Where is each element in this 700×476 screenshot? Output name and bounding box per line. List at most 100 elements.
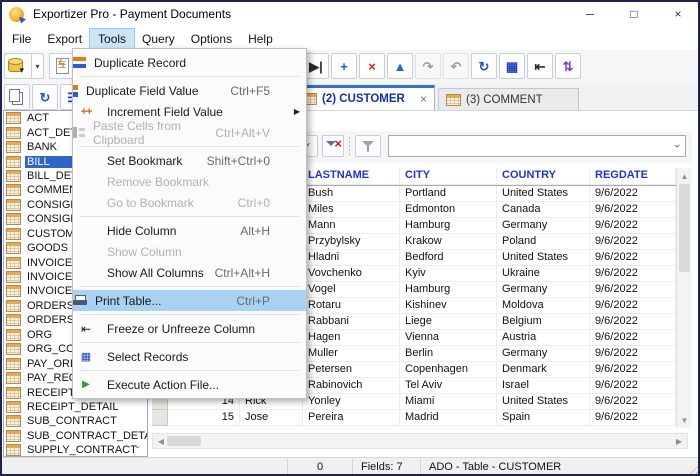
cell-city[interactable]: Berlin [400,346,497,362]
cell-country[interactable]: Poland [497,234,590,250]
cell-city[interactable]: Liege [400,314,497,330]
cell-last[interactable]: Vogel [303,282,400,298]
cell-regdate[interactable]: 9/6/2022 [590,266,676,282]
menu-item-duplicate-record[interactable]: Duplicate Record [73,52,306,73]
horizontal-scrollbar[interactable]: ◀ ▶ [152,433,688,449]
cell-regdate[interactable]: 9/6/2022 [590,346,676,362]
cell-country[interactable]: Moldova [497,298,590,314]
sidebar-item-sub-contract[interactable]: SUB_CONTRACT [4,414,147,428]
export-table-button[interactable]: ▾ [4,53,44,79]
scroll-down-icon[interactable]: ▼ [677,413,692,427]
menu-item-freeze-or-unfreeze-column[interactable]: ⇤ Freeze or Unfreeze Column [73,318,306,339]
menu-item-show-all-columns[interactable]: Show All Columns Ctrl+Alt+H [73,262,306,283]
menu-file[interactable]: File [4,29,39,51]
post-edit-button[interactable]: ▲ [387,53,413,79]
cell-last[interactable]: Hagen [303,330,400,346]
select-records-button[interactable]: ▦ [499,53,525,79]
cell-last[interactable]: Mann [303,218,400,234]
delete-record-button[interactable]: × [359,53,385,79]
resize-grip[interactable] [686,462,698,474]
cell-city[interactable]: Hamburg [400,218,497,234]
cell-last[interactable]: Bush [303,186,400,202]
cell-country[interactable]: Ukraine [497,266,590,282]
chevron-down-icon[interactable]: › [671,138,683,154]
maximize-button[interactable]: □ [612,0,656,28]
sidebar-item-supply-contract[interactable]: SUPPLY_CONTRACT [4,443,147,456]
cell-regdate[interactable]: 9/6/2022 [590,378,676,394]
cell-country[interactable]: Israel [497,378,590,394]
column-header-lastname[interactable]: LASTNAME [303,168,400,185]
cell-country[interactable]: Canada [497,202,590,218]
cell-regdate[interactable]: 9/6/2022 [590,282,676,298]
filter-button[interactable] [355,135,381,157]
sidebar-item-sub-contract-detail[interactable]: SUB_CONTRACT_DETAIL [4,429,147,443]
cell-city[interactable]: Vienna [400,330,497,346]
cell-country[interactable]: Austria [497,330,590,346]
cell-last[interactable]: Rabbani [303,314,400,330]
cell-regdate[interactable]: 9/6/2022 [590,410,676,426]
scroll-right-icon[interactable]: ▶ [672,434,686,448]
row-selector-cell[interactable] [152,410,168,426]
cell-city[interactable]: Edmonton [400,202,497,218]
cell-regdate[interactable]: 9/6/2022 [590,234,676,250]
cell-num[interactable]: 15 [168,410,240,426]
cell-regdate[interactable]: 9/6/2022 [590,298,676,314]
menu-item-duplicate-field-value[interactable]: Duplicate Field Value Ctrl+F5 [73,80,306,101]
cell-regdate[interactable]: 9/6/2022 [590,186,676,202]
cell-country[interactable]: Denmark [497,362,590,378]
cell-first[interactable]: Jose [240,410,303,426]
clear-filter-button[interactable] [322,135,344,157]
copy-button[interactable] [4,84,30,110]
cell-country[interactable]: United States [497,186,590,202]
scroll-down-icon[interactable]: › [132,441,144,453]
minimize-button[interactable]: ─ [568,0,612,28]
cell-country[interactable]: United States [497,394,590,410]
freeze-column-button[interactable]: ⇤ [527,53,553,79]
cell-last[interactable]: Yonley [303,394,400,410]
cell-last[interactable]: Muller [303,346,400,362]
cell-last[interactable]: Przybylsky [303,234,400,250]
table-row[interactable]: 15 Jose Pereira Madrid Spain 9/6/2022 [152,410,676,426]
cell-regdate[interactable]: 9/6/2022 [590,250,676,266]
cell-last[interactable]: Petersen [303,362,400,378]
tab-3-comment[interactable]: (3) COMMENT [438,88,579,110]
close-tab-icon[interactable]: × [420,92,427,106]
cell-city[interactable]: Madrid [400,410,497,426]
cell-last[interactable]: Pereira [303,410,400,426]
cell-city[interactable]: Kishinev [400,298,497,314]
menu-item-execute-action-file[interactable]: ▶ Execute Action File... [73,374,306,395]
cell-city[interactable]: Bedford [400,250,497,266]
cell-regdate[interactable]: 9/6/2022 [590,362,676,378]
menu-item-print-table[interactable]: Print Table... Ctrl+P [73,290,306,311]
cell-regdate[interactable]: 9/6/2022 [590,218,676,234]
cell-country[interactable]: United States [497,250,590,266]
cell-regdate[interactable]: 9/6/2022 [590,202,676,218]
cell-last[interactable]: Miles [303,202,400,218]
cell-last[interactable]: Vovchenko [303,266,400,282]
vertical-scroll-thumb[interactable] [679,184,690,272]
scroll-left-icon[interactable]: ◀ [154,434,168,448]
column-header-country[interactable]: COUNTRY [497,168,590,185]
cell-country[interactable]: Germany [497,282,590,298]
sidebar-item-receipt-detail[interactable]: RECEIPT_DETAIL [4,400,147,414]
menu-item-set-bookmark[interactable]: Set Bookmark Shift+Ctrl+0 [73,150,306,171]
cell-city[interactable]: Hamburg [400,282,497,298]
menu-item-select-records[interactable]: ▦ Select Records [73,346,306,367]
cell-city[interactable]: Miami [400,394,497,410]
cell-regdate[interactable]: 9/6/2022 [590,330,676,346]
cell-city[interactable]: Kyiv [400,266,497,282]
cell-country[interactable]: Belgium [497,314,590,330]
filter-combobox[interactable]: › [388,135,686,157]
insert-record-button[interactable]: + [331,53,357,79]
scroll-up-icon[interactable]: ▲ [677,169,692,183]
cell-last[interactable]: Rotaru [303,298,400,314]
cell-last[interactable]: Hladni [303,250,400,266]
refresh-data-button[interactable]: ↻ [32,84,58,110]
column-header-regdate[interactable]: REGDATE [590,168,676,185]
cell-last[interactable]: Rabinovich [303,378,400,394]
tab-2-customer[interactable]: (2) CUSTOMER × [294,85,435,110]
dropdown-arrow-icon[interactable]: ▾ [31,54,43,78]
vertical-scrollbar[interactable]: ▲ ▼ [676,168,691,428]
horizontal-scroll-thumb[interactable] [167,436,201,446]
cell-city[interactable]: Copenhagen [400,362,497,378]
